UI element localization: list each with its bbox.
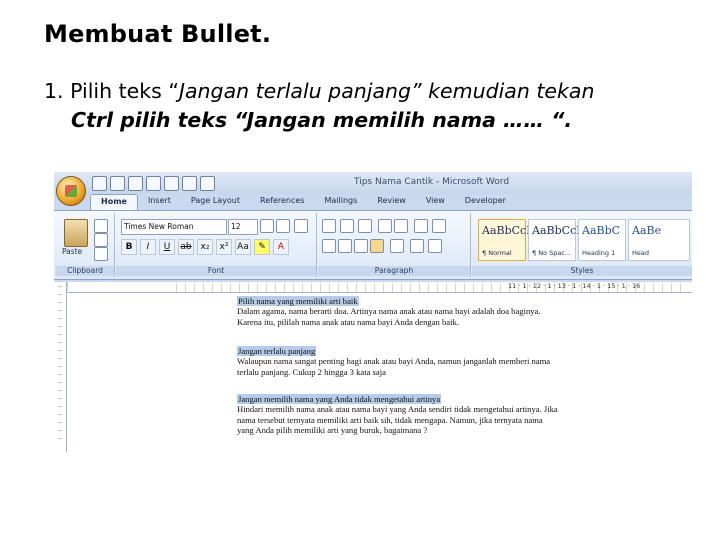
clipboard-group: Paste Clipboard — [56, 213, 115, 277]
cut-icon[interactable] — [94, 219, 108, 233]
horizontal-ruler[interactable]: 11 · 1 · 12 · 1 · 13 · 1 · 14 · 1 · 15 ·… — [68, 282, 692, 293]
font-format-row: B I U ab x₂ x² Aa ✎ A — [121, 239, 289, 255]
instruction-line-2: Ctrl pilih teks “Jangan memilih nama …… … — [71, 108, 573, 132]
tab-mailings[interactable]: Mailings — [314, 194, 367, 210]
clear-format-icon[interactable] — [294, 219, 308, 233]
font-group: Times New Roman 12 B I U ab x₂ x² Aa ✎ A… — [116, 213, 317, 277]
font-color-icon[interactable]: A — [273, 239, 289, 255]
shrink-font-icon[interactable] — [276, 219, 290, 233]
paragraph-1[interactable]: Pilih nama yang memiliki arti baik Dalam… — [237, 296, 647, 327]
superscript-icon[interactable]: x² — [216, 239, 232, 255]
title-bar: Tips Nama Cantik - Microsoft Word — [54, 172, 692, 194]
office-button[interactable] — [56, 176, 86, 206]
tab-insert[interactable]: Insert — [138, 194, 181, 210]
borders-icon[interactable] — [428, 239, 442, 253]
ruler-numbers: 11 · 1 · 12 · 1 · 13 · 1 · 14 · 1 · 15 ·… — [508, 282, 641, 290]
align-center-icon[interactable] — [338, 239, 352, 253]
p2-line1: Walaupun nama sangat penting bagi anak a… — [237, 356, 551, 367]
paste-button[interactable]: Paste — [62, 247, 82, 256]
highlight-icon[interactable]: ✎ — [254, 239, 270, 255]
style-no-spacing[interactable]: AaBbCcI ¶ No Spac... — [528, 219, 581, 261]
justify-icon[interactable] — [370, 239, 384, 253]
paste-icon[interactable] — [64, 219, 88, 247]
p1-heading[interactable]: Pilih nama yang memiliki arti baik — [237, 296, 359, 306]
p3-line1: Hindari memilih nama anak atau nama bayi… — [237, 404, 558, 415]
tab-developer[interactable]: Developer — [455, 194, 516, 210]
style-heading-1[interactable]: AaBbC Heading 1 — [578, 219, 626, 261]
tab-references[interactable]: References — [250, 194, 314, 210]
strikethrough-icon[interactable]: ab — [178, 239, 194, 255]
change-case-icon[interactable]: Aa — [235, 239, 251, 255]
copy-icon[interactable] — [94, 233, 108, 247]
font-size-box[interactable]: 12 — [228, 219, 258, 235]
style-normal[interactable]: AaBbCcI ¶ Normal — [478, 219, 531, 261]
increase-indent-icon[interactable] — [394, 219, 408, 233]
shading-icon[interactable] — [410, 239, 424, 253]
subscript-icon[interactable]: x₂ — [197, 239, 213, 255]
office-logo-icon — [65, 185, 77, 197]
p3-heading-selected[interactable]: Jangan memilih nama yang Anda tidak meng… — [237, 394, 442, 404]
styles-label: Styles — [472, 266, 692, 276]
decrease-indent-icon[interactable] — [378, 219, 392, 233]
paragraph-3[interactable]: Jangan memilih nama yang Anda tidak meng… — [237, 394, 647, 435]
multilevel-list-icon[interactable] — [358, 219, 372, 233]
save-icon[interactable] — [92, 176, 107, 191]
bullets-icon[interactable] — [322, 219, 336, 233]
p2-heading-selected[interactable]: Jangan terlalu panjang — [237, 346, 317, 356]
p1-line2: Karena itu, pililah nama anak atau nama … — [237, 316, 459, 327]
format-painter-icon[interactable] — [94, 247, 108, 261]
quick-access-toolbar — [92, 176, 215, 191]
clipboard-label: Clipboard — [56, 266, 114, 276]
font-name-box[interactable]: Times New Roman — [121, 219, 227, 235]
underline-icon[interactable]: U — [159, 239, 175, 255]
open-icon[interactable] — [146, 176, 161, 191]
tab-review[interactable]: Review — [367, 194, 416, 210]
undo-icon[interactable] — [110, 176, 125, 191]
bold-icon[interactable]: B — [121, 239, 137, 255]
ribbon: Paste Clipboard Times New Roman 12 B I U… — [54, 210, 692, 280]
tab-page-layout[interactable]: Page Layout — [181, 194, 250, 210]
style-heading-2[interactable]: AaBe Head — [628, 219, 690, 261]
align-right-icon[interactable] — [354, 239, 368, 253]
p3-line2: nama tersebut ternyata memiliki arti bai… — [237, 414, 543, 425]
redo-icon[interactable] — [128, 176, 143, 191]
instruction-step: 1. Pilih teks “Jangan terlalu panjang” k… — [44, 77, 594, 135]
p1-line1: Dalam agama, nama berarti doa. Artinya n… — [237, 306, 541, 317]
numbering-icon[interactable] — [340, 219, 354, 233]
sort-icon[interactable] — [414, 219, 428, 233]
preview-icon[interactable] — [182, 176, 197, 191]
tab-view[interactable]: View — [416, 194, 455, 210]
instruction-line-1: 1. Pilih teks “Jangan terlalu panjang” k… — [44, 79, 595, 103]
p3-line3: yang Anda pilih memiliki arti yang buruk… — [237, 424, 428, 435]
paragraph-label: Paragraph — [318, 266, 470, 276]
pilcrow-icon[interactable] — [432, 219, 446, 233]
styles-group: AaBbCcI ¶ Normal AaBbCcI ¶ No Spac... Aa… — [472, 213, 692, 277]
ribbon-tabs: Home Insert Page Layout References Maili… — [90, 194, 516, 211]
paragraph-group: Paragraph — [318, 213, 471, 277]
window-title: Tips Nama Cantik - Microsoft Word — [354, 177, 510, 187]
paragraph-2[interactable]: Jangan terlalu panjang Walaupun nama san… — [237, 346, 647, 377]
print-icon[interactable] — [164, 176, 179, 191]
slide-title: Membuat Bullet. — [44, 20, 272, 48]
p2-line2: terlalu panjang. Cukup 2 hingga 3 kata s… — [237, 366, 386, 377]
grow-font-icon[interactable] — [260, 219, 274, 233]
picture-icon[interactable] — [200, 176, 215, 191]
italic-icon[interactable]: I — [140, 239, 156, 255]
word-screenshot: Tips Nama Cantik - Microsoft Word Home I… — [54, 172, 692, 452]
font-label: Font — [116, 266, 316, 276]
align-left-icon[interactable] — [322, 239, 336, 253]
line-spacing-icon[interactable] — [390, 239, 404, 253]
vertical-ruler[interactable] — [54, 282, 67, 452]
tab-home[interactable]: Home — [90, 194, 138, 211]
